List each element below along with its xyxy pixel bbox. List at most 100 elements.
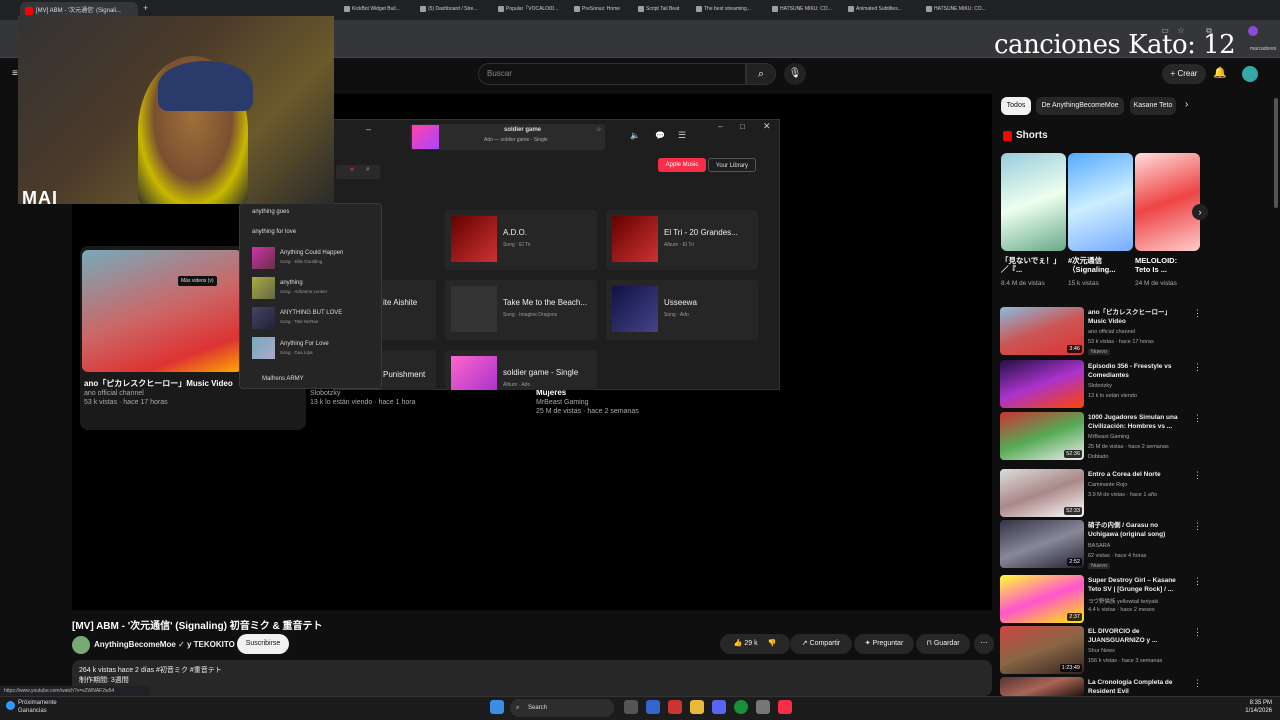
video-thumbnail[interactable] bbox=[82, 250, 242, 372]
bookmark-item[interactable]: (5) Dashboard / Stre... bbox=[420, 0, 477, 18]
song-suggestion-title[interactable]: ANYTHING BUT LOVE bbox=[280, 310, 342, 316]
avatar[interactable] bbox=[1242, 66, 1258, 82]
chip-topic[interactable]: Kasane Teto bbox=[1130, 97, 1176, 115]
scrollbar[interactable] bbox=[1274, 98, 1278, 208]
weather-widget[interactable]: Próximamente Ganancias bbox=[18, 699, 57, 715]
short-thumbnail[interactable] bbox=[1135, 153, 1200, 251]
chrome-icon[interactable] bbox=[734, 700, 748, 714]
notifications-bell-icon[interactable]: 🔔 bbox=[1212, 66, 1228, 82]
minimize-icon[interactable]: – bbox=[366, 124, 371, 134]
result-card[interactable]: Usseewa Song · Ado bbox=[606, 280, 758, 340]
shorts-next-icon[interactable]: › bbox=[1192, 204, 1208, 220]
bookmark-item[interactable]: Script Tail Beat bbox=[638, 0, 679, 18]
related-title[interactable]: Episodio 356 - Freestyle vs Comediantes bbox=[1088, 362, 1184, 380]
related-title[interactable]: 1000 Jugadores Simulan una Civilización:… bbox=[1088, 413, 1184, 431]
short-thumbnail[interactable] bbox=[1001, 153, 1066, 251]
more-options-icon[interactable]: ⋮ bbox=[1193, 627, 1202, 638]
related-thumbnail[interactable]: 1:23:49 bbox=[1000, 626, 1084, 674]
app-icon[interactable] bbox=[668, 700, 682, 714]
related-title[interactable]: La Cronología Completa de Resident Evil bbox=[1088, 678, 1184, 696]
song-suggestion-title[interactable]: anything bbox=[280, 280, 303, 286]
bookmark-item[interactable]: KickBot Widget Buil... bbox=[344, 0, 400, 18]
close-icon[interactable]: ✕ bbox=[763, 121, 771, 132]
queue-icon[interactable]: ☰ bbox=[678, 130, 686, 141]
result-card[interactable]: El Tri - 20 Grandes... Album · El Tri bbox=[606, 210, 758, 270]
short-title[interactable]: MELOLOID: Teto Is ... bbox=[1135, 256, 1193, 274]
related-channel[interactable]: ano official channel bbox=[1088, 329, 1135, 335]
search-icon[interactable]: ⌕ bbox=[366, 166, 370, 174]
bookmark-item[interactable]: Animated Subtitles... bbox=[848, 0, 902, 18]
new-tab-icon[interactable]: + bbox=[143, 3, 148, 13]
file-explorer-icon[interactable] bbox=[690, 700, 704, 714]
more-options-icon[interactable]: ⋮ bbox=[1193, 470, 1202, 481]
related-title[interactable]: EL DIVORCIO de JUANSGUARNIZO y ... bbox=[1088, 627, 1184, 645]
result-card[interactable]: ite Aishite bbox=[380, 280, 436, 340]
search-input[interactable]: Buscar bbox=[478, 63, 746, 85]
related-title[interactable]: ano「ピカレスクヒーロー」Music Video bbox=[1088, 308, 1184, 326]
channel-collab[interactable]: y TEKOKITO bbox=[187, 640, 235, 649]
related-title[interactable]: Entro a Corea del Norte bbox=[1088, 470, 1184, 479]
save-button[interactable]: ⊓ Guardar bbox=[916, 634, 970, 654]
artist-suggestion[interactable]: Maifrens ARMY bbox=[262, 376, 304, 382]
related-channel[interactable]: MrBeast Gaming bbox=[1088, 434, 1129, 440]
bookmark-item[interactable]: HATSUNE MIKU: CO... bbox=[772, 0, 832, 18]
chip-all[interactable]: Todos bbox=[1001, 97, 1031, 115]
more-actions-icon[interactable]: ⋯ bbox=[974, 634, 994, 654]
related-thumbnail[interactable]: 52:33 bbox=[1000, 469, 1084, 517]
channel-avatar[interactable] bbox=[72, 636, 90, 654]
more-options-icon[interactable]: ⋮ bbox=[1193, 362, 1202, 373]
apple-music-tab[interactable]: Apple Music bbox=[658, 158, 706, 172]
related-title[interactable]: Super Destroy Girl – Kasane Teto SV | [G… bbox=[1088, 576, 1184, 594]
search-icon[interactable]: ⌕ bbox=[746, 63, 776, 85]
chip-channel[interactable]: De AnythingBecomeMoe bbox=[1036, 97, 1124, 115]
create-button[interactable]: + Crear bbox=[1162, 64, 1206, 84]
related-channel[interactable]: Shur News bbox=[1088, 648, 1115, 654]
related-title[interactable]: 硝子の内側 / Garasu no Uchigawa (original son… bbox=[1088, 521, 1184, 539]
related-thumbnail[interactable]: 2:52 bbox=[1000, 520, 1084, 568]
share-button[interactable]: ↗ Compartir bbox=[790, 634, 852, 654]
short-title[interactable]: #次元通信（Signaling... bbox=[1068, 256, 1126, 274]
taskbar-search[interactable]: ⌕ Search bbox=[510, 699, 614, 717]
ask-button[interactable]: ✦ Preguntar bbox=[854, 634, 914, 654]
video-title[interactable]: ano「ピカレスクヒーロー」Music Video bbox=[84, 378, 233, 389]
like-count[interactable]: 29 k bbox=[744, 640, 757, 647]
star-icon[interactable]: ☆ bbox=[596, 126, 601, 133]
bookmark-item[interactable]: The best streaming... bbox=[696, 0, 751, 18]
music-search-input[interactable] bbox=[336, 165, 380, 179]
more-options-icon[interactable]: ⋮ bbox=[1193, 413, 1202, 424]
maximize-icon[interactable]: □ bbox=[740, 122, 745, 131]
related-channel[interactable]: ヨウ野猫族 yellowtail teriyaki bbox=[1088, 597, 1158, 605]
related-thumbnail[interactable]: 52:36 bbox=[1000, 412, 1084, 460]
bookmark-item[interactable]: Popular「VOCALOID... bbox=[498, 0, 558, 18]
bookmark-item[interactable]: HATSUNE MIKU: CO... bbox=[926, 0, 986, 18]
related-channel[interactable]: BASARA bbox=[1088, 543, 1110, 549]
related-channel[interactable]: Slobotzky bbox=[1088, 383, 1112, 389]
settings-icon[interactable] bbox=[756, 700, 770, 714]
channel-name[interactable]: AnythingBecomeMoe ✓ y TEKOKITO bbox=[94, 640, 235, 649]
result-card[interactable]: soldier game - Single Album · Ado bbox=[445, 350, 597, 390]
more-options-icon[interactable]: ⋮ bbox=[1193, 576, 1202, 587]
song-suggestion-title[interactable]: Anything Could Happen bbox=[280, 250, 343, 256]
app-icon[interactable] bbox=[646, 700, 660, 714]
related-thumbnail[interactable] bbox=[1000, 677, 1084, 696]
taskbar-clock[interactable]: 8:35 PM 1/14/2026 bbox=[1228, 699, 1272, 715]
microphone-icon[interactable]: 🎙 bbox=[784, 63, 806, 85]
more-options-icon[interactable]: ⋮ bbox=[1193, 521, 1202, 532]
your-library-tab[interactable]: Your Library bbox=[708, 158, 756, 172]
subscribe-button[interactable]: Suscribirse bbox=[237, 634, 289, 654]
video-channel[interactable]: ano official channel bbox=[84, 390, 144, 397]
channel-link[interactable]: AnythingBecomeMoe bbox=[94, 640, 176, 649]
apple-music-icon[interactable] bbox=[778, 700, 792, 714]
like-icon[interactable]: 👍 bbox=[734, 640, 745, 647]
more-options-icon[interactable]: ⋮ bbox=[1193, 678, 1202, 689]
task-view-icon[interactable] bbox=[624, 700, 638, 714]
suggestion-item[interactable]: anything goes bbox=[252, 209, 289, 215]
window-minimize-icon[interactable]: – bbox=[718, 122, 722, 131]
result-card[interactable]: A.D.O. Song · El Tri bbox=[445, 210, 597, 270]
discord-icon[interactable] bbox=[712, 700, 726, 714]
bookmark-item[interactable]: PreSonus: Home bbox=[574, 0, 620, 18]
result-card[interactable]: Take Me to the Beach... Song · Imagine Dr… bbox=[445, 280, 597, 340]
windows-start-icon[interactable] bbox=[490, 700, 504, 714]
related-thumbnail[interactable]: 3:46 bbox=[1000, 307, 1084, 355]
chevron-right-icon[interactable]: › bbox=[1185, 99, 1188, 110]
